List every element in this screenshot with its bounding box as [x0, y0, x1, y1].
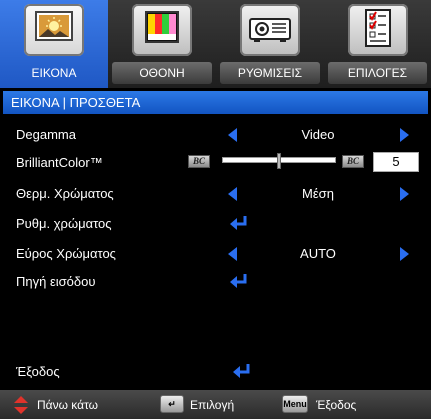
up-down-arrows-icon [14, 396, 28, 414]
menu-row-input-source[interactable]: Πηγή εισόδου [0, 268, 431, 296]
tab-display[interactable]: ΟΘΟΝΗ [108, 0, 216, 88]
menu-row-degamma[interactable]: Degamma Video [0, 121, 431, 149]
projector-icon [240, 4, 300, 56]
right-arrow-icon[interactable] [400, 128, 409, 142]
menu-key-icon: Menu [282, 395, 308, 413]
enter-key-icon: ↵ [160, 395, 184, 413]
tab-bar: ΕΙΚΟΝΑ ΟΘΟΝΗ ΡΥΘΜΙΣΕΙΣ ΕΠΙΛΟΓΕΣ [0, 0, 431, 88]
color-space-label: Εύρος Χρώματος [16, 246, 116, 261]
tab-picture[interactable]: ΕΙΚΟΝΑ [0, 0, 108, 88]
left-arrow-icon[interactable] [228, 247, 237, 261]
right-arrow-icon[interactable] [400, 247, 409, 261]
tab-display-label: ΟΘΟΝΗ [112, 62, 212, 84]
input-source-label: Πηγή εισόδου [16, 274, 96, 289]
footer-bar: Πάνω κάτω ↵ Επιλογή Menu Έξοδος [0, 390, 431, 419]
color-setting-label: Ρυθμ. χρώματος [16, 216, 112, 231]
tab-setup-label: ΡΥΘΜΙΣΕΙΣ [220, 62, 320, 84]
osd-menu: ΕΙΚΟΝΑ ΟΘΟΝΗ ΡΥΘΜΙΣΕΙΣ ΕΠΙΛΟΓΕΣ ΕΙΚΟΝΑ |… [0, 0, 431, 419]
color-space-value: AUTO [300, 246, 336, 261]
color-bars-icon [132, 4, 192, 56]
bc-increase-icon[interactable]: BC [342, 155, 364, 168]
footer-select-label: Επιλογή [190, 398, 235, 412]
picture-icon [24, 4, 84, 56]
enter-icon[interactable] [228, 272, 250, 290]
tab-options-label: ΕΠΙΛΟΓΕΣ [328, 62, 427, 84]
color-temp-value: Μέση [302, 186, 334, 201]
slider-thumb[interactable] [277, 153, 281, 169]
degamma-label: Degamma [16, 127, 76, 142]
menu-row-color-space[interactable]: Εύρος Χρώματος AUTO [0, 240, 431, 268]
color-temp-label: Θερμ. Χρώματος [16, 186, 114, 201]
right-arrow-icon[interactable] [400, 187, 409, 201]
left-arrow-icon[interactable] [228, 128, 237, 142]
enter-icon[interactable] [228, 214, 250, 232]
left-arrow-icon[interactable] [228, 187, 237, 201]
checklist-icon [347, 4, 408, 56]
menu-row-brilliantcolor[interactable]: BrilliantColor™ BC BC 5 [0, 149, 431, 177]
bc-decrease-icon[interactable]: BC [188, 155, 210, 168]
footer-updown-label: Πάνω κάτω [37, 398, 99, 412]
degamma-value: Video [301, 127, 335, 142]
brilliantcolor-label: BrilliantColor™ [16, 155, 103, 170]
tab-picture-label: ΕΙΚΟΝΑ [31, 66, 77, 80]
tab-setup[interactable]: ΡΥΘΜΙΣΕΙΣ [216, 0, 324, 88]
menu-row-color-setting[interactable]: Ρυθμ. χρώματος [0, 210, 431, 238]
exit-label: Έξοδος [16, 364, 60, 379]
page-title: ΕΙΚΟΝΑ | ΠΡΟΣΘΕΤΑ [3, 91, 428, 114]
brilliantcolor-slider[interactable] [222, 153, 336, 169]
menu-row-color-temp[interactable]: Θερμ. Χρώματος Μέση [0, 180, 431, 208]
brilliantcolor-value: 5 [373, 152, 419, 172]
tab-options[interactable]: ΕΠΙΛΟΓΕΣ [324, 0, 431, 88]
footer-exit-label: Έξοδος [316, 398, 357, 412]
enter-icon[interactable] [231, 362, 253, 380]
menu-row-exit[interactable]: Έξοδος [0, 358, 431, 386]
